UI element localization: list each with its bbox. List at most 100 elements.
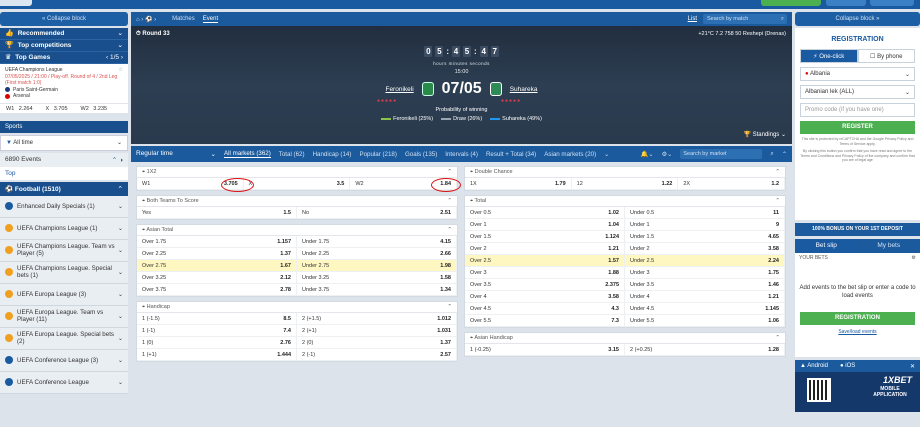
odd-w1[interactable]: W1 2.264 <box>0 104 40 113</box>
registration-button[interactable]: REGISTRATION <box>800 312 915 325</box>
odds-cell[interactable]: Over 5.57.3 <box>465 315 625 326</box>
pin-icon[interactable]: ⌖ <box>470 169 473 175</box>
odds-cell[interactable]: X3.5 <box>244 178 351 189</box>
pager-next[interactable]: › <box>119 54 123 61</box>
odds-cell[interactable]: Under 41.21 <box>625 291 785 302</box>
time-filter-select[interactable]: ▼ All time⌄ <box>0 135 128 151</box>
odds-cell[interactable]: 2 (+1)1.031 <box>297 325 457 336</box>
competition-item[interactable]: UEFA Europa League. Special bets (2)⌄ <box>0 328 128 350</box>
odds-cell[interactable]: 1 (0)2.76 <box>137 337 297 348</box>
promo-code-input[interactable]: Promo code (if you have one) <box>800 103 915 117</box>
tab-all-markets[interactable]: All markets (362) <box>224 150 271 158</box>
odds-cell[interactable]: Over 4.54.3 <box>465 303 625 314</box>
odd-x[interactable]: X 3.705 <box>40 104 75 113</box>
bell-icon[interactable]: 🔔⌄ <box>641 150 654 158</box>
tab-asian-markets[interactable]: Asian markets (20) <box>544 151 596 158</box>
odds-cell[interactable]: Over 1.51.124 <box>465 231 625 242</box>
tab-handicap[interactable]: Handicap (14) <box>313 151 352 158</box>
register-button[interactable]: REGISTER <box>800 121 915 134</box>
registration-top-button[interactable] <box>761 0 821 6</box>
pin-icon[interactable]: ⌖ <box>142 227 145 233</box>
odds-cell[interactable]: Under 2.751.98 <box>297 260 457 271</box>
odds-cell[interactable]: 1 (+1)1.444 <box>137 349 297 360</box>
odds-cell[interactable]: Over 0.51.02 <box>465 207 625 218</box>
settings-top-button[interactable] <box>870 0 914 6</box>
nav-event[interactable]: Event <box>203 16 218 23</box>
market-header[interactable]: ⌖ Total⌃ <box>465 196 785 207</box>
collapse-left-button[interactable]: « Collapse block <box>0 12 128 26</box>
tab-one-click[interactable]: ⚡ One-click <box>800 49 858 63</box>
tab-goals[interactable]: Goals (135) <box>405 151 437 158</box>
market-header[interactable]: ⌖ Asian Total⌃ <box>137 225 457 236</box>
odds-cell[interactable]: Over 11.04 <box>465 219 625 230</box>
competition-item[interactable]: UEFA Conference League (3)⌄ <box>0 350 128 372</box>
country-select[interactable]: ● Albania⌄ <box>800 67 915 81</box>
tab-total[interactable]: Total (62) <box>279 151 305 158</box>
odds-cell[interactable]: Over 3.252.12 <box>137 272 297 283</box>
star-icon[interactable]: ☆ <box>119 67 123 74</box>
odds-cell[interactable]: 2 (+1.5)1.012 <box>297 313 457 324</box>
competition-item[interactable]: UEFA Champions League. Team vs Player (5… <box>0 240 128 262</box>
odds-cell[interactable]: Under 19 <box>625 219 785 230</box>
competition-item[interactable]: Enhanced Daily Specials (1)⌄ <box>0 196 128 218</box>
odds-cell[interactable]: Over 1.751.157 <box>137 236 297 247</box>
more-chevron-icon[interactable]: ⌄ <box>604 151 609 158</box>
odds-cell[interactable]: 2X1.2 <box>678 178 785 189</box>
tab-android[interactable]: ▲ Android <box>800 363 828 369</box>
odds-cell[interactable]: Under 1.54.65 <box>625 231 785 242</box>
tab-popular[interactable]: Popular (218) <box>359 151 397 158</box>
featured-match-card[interactable]: UEFA Champions League☆ 07/05/2025 / 21:0… <box>0 64 128 103</box>
odds-cell[interactable]: Over 21.21 <box>465 243 625 254</box>
odds-cell[interactable]: Over 2.51.57 <box>465 255 625 266</box>
pin-icon[interactable]: ⌖ <box>142 198 145 204</box>
tab-result-total[interactable]: Result + Total (34) <box>486 151 536 158</box>
odds-cell[interactable]: Under 3.751.34 <box>297 284 457 295</box>
odds-cell[interactable]: 2 (0)1.37 <box>297 337 457 348</box>
odds-cell[interactable]: Under 4.51.145 <box>625 303 785 314</box>
odds-cell[interactable]: 1 (-1)7.4 <box>137 325 297 336</box>
tab-ios[interactable]: ● iOS <box>840 363 855 369</box>
odds-cell[interactable]: Under 1.754.15 <box>297 236 457 247</box>
odds-cell[interactable]: 2 (+0.25)1.28 <box>625 344 785 355</box>
tab-intervals[interactable]: Intervals (4) <box>445 151 478 158</box>
bonus-banner[interactable]: 100% BONUS ON YOUR 1ST DEPOSIT <box>795 223 920 236</box>
odds-cell[interactable]: Under 31.75 <box>625 267 785 278</box>
away-team-link[interactable]: Suhareka <box>510 86 538 93</box>
odds-cell[interactable]: Under 5.51.06 <box>625 315 785 326</box>
competition-item[interactable]: UEFA Conference League⌄ <box>0 372 128 394</box>
collapse-all-icon[interactable]: ⌃ <box>782 151 787 158</box>
close-icon[interactable]: ✕ <box>910 363 915 370</box>
globe-icon[interactable]: ◑ <box>119 157 123 164</box>
double-chevron-up-icon[interactable]: ⌃ <box>112 157 117 164</box>
home-icon[interactable]: ⌂ › ⚽ › <box>136 16 156 23</box>
tab-my-bets[interactable]: My bets <box>858 239 920 253</box>
regular-time-select[interactable]: Regular time⌄ <box>136 150 216 158</box>
collapse-right-button[interactable]: Collapse block » <box>795 12 920 26</box>
odds-cell[interactable]: Under 23.58 <box>625 243 785 254</box>
odds-cell[interactable]: 1 (-0.25)3.15 <box>465 344 625 355</box>
competition-item[interactable]: UEFA Champions League. Special bets (1)⌄ <box>0 262 128 284</box>
gear-icon[interactable]: ⚙ <box>912 255 916 261</box>
football-header[interactable]: ⚽ Football (1510)⌃ <box>0 182 128 196</box>
currency-select[interactable]: Albanian lek (ALL)⌄ <box>800 85 915 99</box>
competition-item[interactable]: UEFA Champions League (1)⌄ <box>0 218 128 240</box>
home-team-link[interactable]: Feronikeli <box>385 86 413 93</box>
login-top-button[interactable] <box>826 0 866 6</box>
top-games-item[interactable]: ♛Top Games‹ 1/5 › <box>0 52 128 64</box>
odd-w2[interactable]: W2 3.235 <box>75 104 115 113</box>
tab-bet-slip[interactable]: Bet slip <box>795 239 858 253</box>
odds-cell[interactable]: Over 2.251.37 <box>137 248 297 259</box>
odds-cell[interactable]: Under 2.252.66 <box>297 248 457 259</box>
odds-cell[interactable]: No2.51 <box>297 207 457 218</box>
standings-button[interactable]: 🏆 Standings ⌄ <box>743 131 786 138</box>
nav-matches[interactable]: Matches <box>172 16 195 22</box>
top-link[interactable]: Top <box>0 167 128 180</box>
match-search-input[interactable]: Search by match⌕ <box>703 14 787 24</box>
search-icon[interactable]: ⌕ <box>770 150 773 158</box>
pin-icon[interactable]: ⌖ <box>470 335 473 341</box>
pin-icon[interactable]: ⌖ <box>470 198 473 204</box>
odds-cell[interactable]: Over 3.752.78 <box>137 284 297 295</box>
odds-cell[interactable]: Yes1.5 <box>137 207 297 218</box>
odds-cell[interactable]: 1 (-1.5)8.5 <box>137 313 297 324</box>
recommended-item[interactable]: 👍Recommended⌄ <box>0 28 128 40</box>
